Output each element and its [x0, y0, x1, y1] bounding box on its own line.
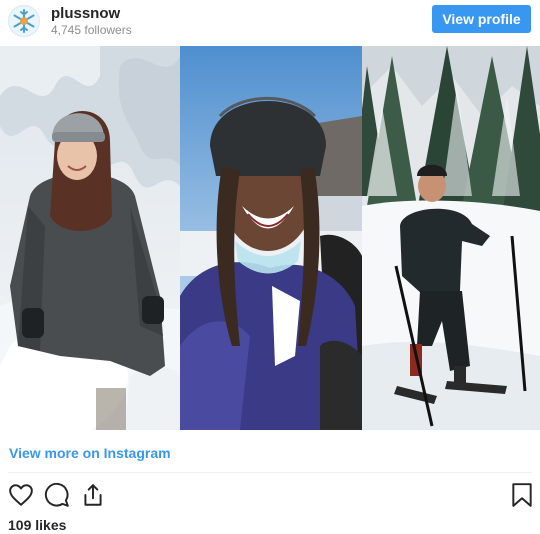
- snowflake-icon: [13, 9, 35, 33]
- avatar[interactable]: [8, 5, 40, 37]
- post-header: plussnow 4,745 followers View profile: [0, 0, 540, 46]
- share-button[interactable]: [80, 482, 106, 513]
- comment-icon: [44, 482, 69, 507]
- save-button[interactable]: [510, 482, 534, 513]
- view-profile-button[interactable]: View profile: [432, 5, 531, 33]
- follower-count: 4,745 followers: [51, 23, 132, 37]
- view-more-link[interactable]: View more on Instagram: [9, 445, 171, 461]
- photo-helmet-selfie: [180, 46, 362, 430]
- comment-button[interactable]: [44, 482, 70, 513]
- username[interactable]: plussnow: [51, 5, 120, 22]
- heart-icon: [9, 484, 33, 506]
- share-icon: [84, 484, 102, 506]
- photo-collage[interactable]: [0, 46, 540, 430]
- like-count[interactable]: 109 likes: [8, 517, 66, 533]
- like-button[interactable]: [8, 482, 34, 513]
- bookmark-icon: [512, 483, 532, 507]
- photo-snowshoe-hiker: [362, 46, 540, 430]
- photo-snow-portrait: [0, 46, 180, 430]
- divider: [8, 472, 532, 473]
